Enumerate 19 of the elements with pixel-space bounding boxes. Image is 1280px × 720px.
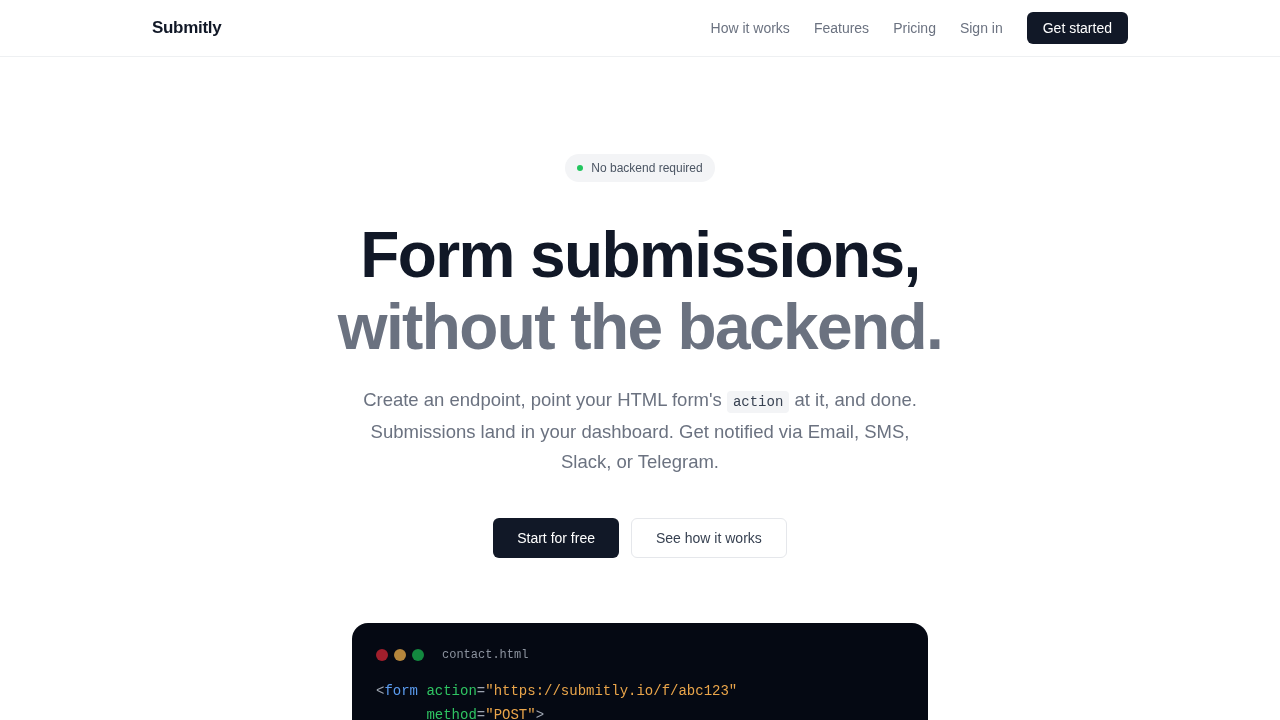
brand-logo[interactable]: Submitly — [152, 18, 222, 38]
file-name: contact.html — [442, 648, 529, 662]
nav-link[interactable]: Features — [813, 20, 870, 36]
code-line: method="POST"> — [425, 706, 546, 720]
nav-link[interactable]: Pricing — [893, 20, 936, 36]
badge-text: No backend required — [591, 161, 703, 175]
window-control-icon — [394, 649, 406, 661]
nav-link[interactable]: How it works — [710, 20, 790, 36]
window-control-icon — [376, 649, 388, 661]
hero-description: Create an endpoint, point your HTML form's action at it, and done. Submissions land in your dashboard. Get notified via Email, SMS, Slack, or Telegram. — [362, 388, 918, 474]
status-dot-icon — [577, 165, 584, 171]
see-how-button[interactable]: See how it works — [631, 518, 787, 558]
start-free-button[interactable]: Start for free — [493, 518, 619, 558]
headline-line: Form submissions, — [359, 219, 921, 291]
window-control-icon — [412, 649, 424, 661]
nav-link[interactable]: Sign in — [959, 20, 1003, 36]
headline-line: without the backend. — [337, 291, 943, 363]
get-started-button[interactable]: Get started — [1026, 12, 1128, 44]
code-line: <form action="https://submitly.io/f/abc123" — [376, 682, 739, 701]
